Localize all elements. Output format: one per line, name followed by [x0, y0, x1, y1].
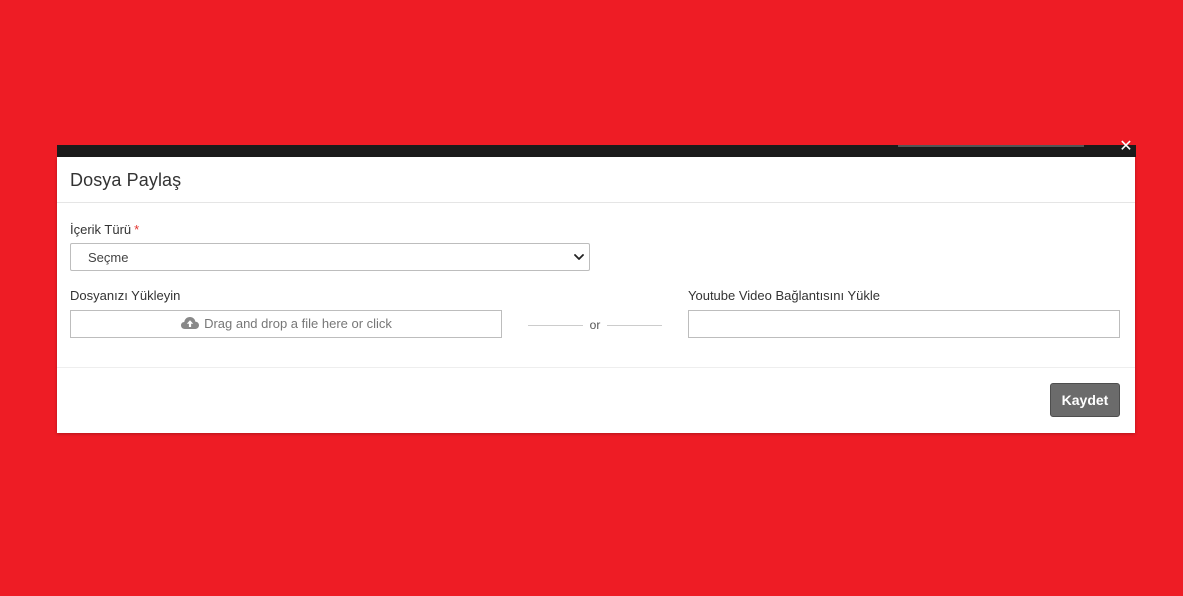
modal-header: Dosya Paylaş [57, 157, 1135, 203]
or-divider: or [528, 317, 662, 333]
youtube-link-input[interactable] [688, 310, 1120, 338]
close-icon[interactable]: ✕ [1117, 137, 1135, 155]
content-type-label-text: İçerik Türü [70, 222, 132, 237]
content-type-selected-value: Seçme [88, 250, 129, 265]
divider-line-right [607, 325, 662, 326]
content-type-label: İçerik Türü * [70, 222, 139, 237]
background-search-bar [898, 145, 1084, 147]
required-mark: * [134, 222, 140, 237]
share-file-modal: Dosya Paylaş İçerik Türü * Seçme Dosyanız… [57, 157, 1135, 433]
youtube-label: Youtube Video Bağlantısını Yükle [688, 288, 881, 303]
chevron-down-icon [574, 254, 584, 260]
modal-body: İçerik Türü * Seçme Dosyanızı Yükleyin Dr… [57, 203, 1135, 368]
content-type-select[interactable]: Seçme [70, 243, 590, 271]
dropzone-text: Drag and drop a file here or click [204, 316, 392, 331]
modal-footer: Kaydet [57, 368, 1135, 433]
upload-label: Dosyanızı Yükleyin [70, 288, 181, 303]
modal-title: Dosya Paylaş [70, 170, 182, 190]
cloud-upload-icon [181, 317, 200, 329]
save-button[interactable]: Kaydet [1050, 383, 1120, 417]
file-dropzone[interactable]: Drag and drop a file here or click [70, 310, 502, 338]
